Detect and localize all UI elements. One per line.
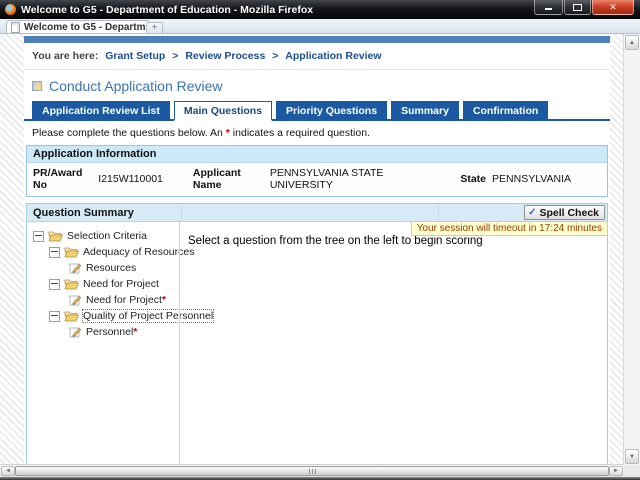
scrollbar-grip (308, 468, 316, 474)
new-tab-button[interactable]: + (146, 22, 163, 34)
breadcrumb-separator: > (172, 50, 179, 62)
tree-node-label: Resources (86, 262, 137, 274)
edit-question-icon (69, 263, 82, 274)
question-summary-body: Selection Criteria Adequacy of Resources… (27, 222, 607, 464)
maximize-icon (573, 3, 582, 11)
browser-tab-title: Welcome to G5 - Department of Edu... (24, 21, 145, 33)
browser-tab[interactable]: Welcome to G5 - Department of Edu... (6, 20, 150, 33)
spell-check-button[interactable]: ✓ Spell Check (524, 205, 605, 220)
window-title: Welcome to G5 - Department of Education … (21, 3, 314, 16)
pr-award-no-value: I215W110001 (98, 173, 163, 185)
pr-award-no-label: PR/Award No (33, 167, 83, 191)
scrollbar-corner (624, 465, 640, 477)
tab-priority-questions[interactable]: Priority Questions (276, 101, 388, 119)
page-title-text: Conduct Application Review (49, 78, 223, 94)
breadcrumb-link-review-process[interactable]: Review Process (185, 50, 265, 62)
page-icon (11, 21, 20, 33)
tree-node-label: Need for Project (83, 278, 159, 290)
collapse-icon[interactable] (33, 230, 44, 242)
edit-question-icon (69, 327, 82, 338)
applicant-name-label: Applicant Name (192, 167, 241, 191)
instruction-text: Please complete the questions below. An … (32, 127, 610, 139)
question-summary-panel: Question Summary ✓ Spell Check Your sess… (26, 203, 608, 465)
breadcrumb-link-application-review[interactable]: Application Review (285, 50, 381, 62)
question-tree: Selection Criteria Adequacy of Resources… (27, 222, 215, 464)
breadcrumb-prefix: You are here: (32, 50, 99, 62)
tree-node-label: Selection Criteria (67, 230, 147, 242)
minimize-button[interactable] (534, 0, 563, 15)
tab-confirmation[interactable]: Confirmation (462, 101, 549, 119)
window-titlebar: Welcome to G5 - Department of Education … (0, 0, 640, 19)
breadcrumb-link-grant-setup[interactable]: Grant Setup (105, 50, 165, 62)
firefox-icon (5, 4, 16, 15)
minimize-icon (545, 4, 552, 10)
horizontal-scrollbar-thumb[interactable] (15, 466, 609, 476)
page-viewport: You are here: Grant Setup > Review Proce… (0, 34, 624, 465)
spell-check-label: Spell Check (539, 206, 599, 219)
folder-open-icon (64, 247, 79, 258)
tab-summary[interactable]: Summary (391, 101, 459, 119)
heading-bullet-icon (32, 81, 42, 91)
tree-node-label: Personnel (86, 326, 134, 338)
scroll-right-icon[interactable]: ► (609, 466, 623, 476)
breadcrumb: You are here: Grant Setup > Review Proce… (24, 43, 610, 66)
page-body: You are here: Grant Setup > Review Proce… (24, 34, 610, 465)
tree-node-label: Need for Project (86, 294, 162, 306)
tab-application-review-list[interactable]: Application Review List (32, 101, 170, 119)
maximize-button[interactable] (564, 0, 591, 15)
content-placeholder-text: Select a question from the tree on the l… (188, 235, 483, 247)
header-spacer (182, 204, 439, 221)
folder-open-icon (48, 231, 63, 242)
scoring-content-area: Select a question from the tree on the l… (179, 222, 607, 464)
folder-open-icon (64, 279, 79, 290)
question-summary-title: Question Summary (27, 204, 182, 221)
vertical-scrollbar[interactable]: ▲ ▼ (623, 34, 640, 465)
breadcrumb-separator: > (272, 50, 279, 62)
scroll-up-icon[interactable]: ▲ (625, 35, 639, 50)
tree-node-selection-criteria[interactable]: Selection Criteria (27, 228, 179, 244)
page-title: Conduct Application Review (32, 78, 610, 94)
tree-node-personnel[interactable]: Personnel * (27, 324, 179, 340)
close-button[interactable]: ✕ (592, 0, 634, 15)
state-value: PENNSYLVANIA (492, 173, 571, 185)
tree-node-need-for-project-folder[interactable]: Need for Project (27, 276, 179, 292)
application-information-header: Application Information (27, 146, 607, 163)
tree-node-adequacy-of-resources[interactable]: Adequacy of Resources (27, 244, 194, 260)
section-tabs: Application Review List Main Questions P… (24, 101, 610, 121)
collapse-icon[interactable] (49, 278, 60, 290)
window-controls: ✕ (533, 0, 634, 15)
application-information-fields: PR/Award No I215W110001 Applicant Name P… (27, 163, 607, 196)
breadcrumb-divider (24, 69, 610, 70)
tab-main-questions[interactable]: Main Questions (173, 101, 273, 121)
spell-check-icon: ✓ (528, 207, 537, 218)
instruction-prefix: Please complete the questions below. An (32, 127, 226, 139)
edit-question-icon (69, 295, 82, 306)
required-asterisk: * (133, 326, 138, 338)
state-label: State (460, 173, 487, 185)
scroll-down-icon[interactable]: ▼ (625, 449, 639, 464)
applicant-name-value: PENNSYLVANIA STATE UNIVERSITY (269, 167, 384, 191)
tree-node-quality-of-project-personnel[interactable]: Quality of Project Personnel (27, 308, 215, 324)
horizontal-scrollbar[interactable]: ◄ ► (0, 464, 624, 477)
required-asterisk: * (161, 294, 166, 306)
tree-node-need-for-project-question[interactable]: Need for Project * (27, 292, 179, 308)
scroll-left-icon[interactable]: ◄ (1, 466, 15, 476)
session-timeout-message: Your session will timeout in 17:24 minut… (410, 221, 608, 236)
collapse-icon[interactable] (49, 246, 60, 258)
application-information-panel: Application Information PR/Award No I215… (26, 145, 608, 197)
collapse-icon[interactable] (49, 310, 60, 322)
header-right-cell: ✓ Spell Check (439, 204, 607, 221)
browser-tab-strip: Welcome to G5 - Department of Edu... + (0, 19, 640, 34)
page-accent-bar (24, 36, 610, 43)
tree-node-resources[interactable]: Resources (27, 260, 179, 276)
folder-open-icon (64, 311, 79, 322)
instruction-suffix: indicates a required question. (229, 127, 370, 139)
tree-node-label: Adequacy of Resources (83, 246, 195, 258)
question-summary-header: Question Summary ✓ Spell Check (27, 204, 607, 222)
